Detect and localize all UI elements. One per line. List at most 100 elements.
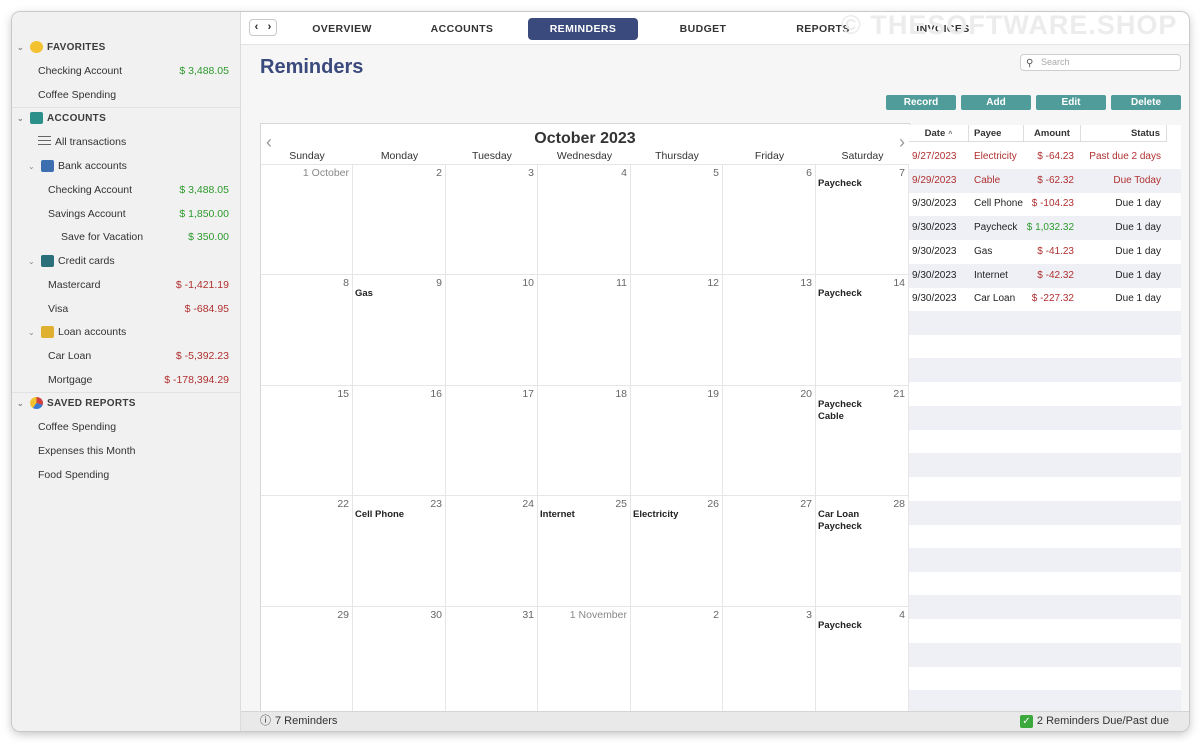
calendar-event[interactable]: Cell Phone: [355, 509, 404, 520]
loan-accounts-group[interactable]: ⌄ Loan accounts: [28, 322, 241, 342]
calendar-day[interactable]: 27: [723, 495, 816, 606]
calendar-day[interactable]: 21 Paycheck Cable: [816, 384, 909, 496]
column-header-payee[interactable]: Payee: [969, 125, 1024, 142]
calendar-event[interactable]: Cable: [818, 411, 844, 422]
disclosure-chevron-icon[interactable]: ⌄: [17, 399, 27, 408]
calendar-event[interactable]: Internet: [540, 509, 575, 520]
calendar-day[interactable]: 26 Electricity: [631, 495, 723, 606]
table-row[interactable]: 9/30/2023 Gas $ -41.23 Due 1 day: [909, 240, 1181, 264]
calendar-day[interactable]: 19: [631, 384, 723, 496]
calendar-day[interactable]: 9 Gas: [353, 274, 446, 385]
disclosure-chevron-icon[interactable]: ⌄: [28, 162, 38, 171]
calendar-day[interactable]: 24: [446, 495, 538, 606]
calendar-event[interactable]: Gas: [355, 288, 373, 299]
calendar-day[interactable]: 14 Paycheck: [816, 274, 909, 385]
calendar-day[interactable]: 3: [723, 605, 816, 716]
tab-budget[interactable]: BUDGET: [648, 18, 758, 40]
calendar-day[interactable]: 20: [723, 384, 816, 496]
sidebar-item-checking-account[interactable]: Checking Account $ 3,488.05: [48, 180, 241, 200]
column-header-date[interactable]: Date ^: [909, 125, 969, 142]
edit-button[interactable]: Edit: [1036, 95, 1106, 110]
calendar-day[interactable]: 13: [723, 274, 816, 385]
favorite-coffee-spending[interactable]: Coffee Spending: [38, 85, 241, 105]
reminder-payee: Cable: [974, 174, 1001, 186]
table-row[interactable]: 9/30/2023 Car Loan $ -227.32 Due 1 day: [909, 287, 1181, 311]
calendar-day[interactable]: 25 Internet: [538, 495, 631, 606]
sidebar-item-save-for-vacation[interactable]: Save for Vacation $ 350.00: [61, 227, 241, 247]
calendar-day[interactable]: 12: [631, 274, 723, 385]
disclosure-chevron-icon[interactable]: ⌄: [28, 328, 38, 337]
calendar-day[interactable]: 28 Car Loan Paycheck: [816, 495, 909, 606]
calendar-day[interactable]: 18: [538, 384, 631, 496]
favorites-header[interactable]: ⌄ FAVORITES: [17, 37, 241, 57]
calendar-day[interactable]: 17: [446, 384, 538, 496]
sidebar-item-mortgage[interactable]: Mortgage $ -178,394.29: [48, 370, 241, 390]
report-expenses-this-month[interactable]: Expenses this Month: [38, 441, 241, 461]
accounts-header[interactable]: ⌄ ACCOUNTS: [17, 108, 241, 128]
tab-accounts[interactable]: ACCOUNTS: [407, 18, 517, 40]
disclosure-chevron-icon[interactable]: ⌄: [17, 114, 27, 123]
calendar-event[interactable]: Paycheck: [818, 521, 862, 532]
column-header-status[interactable]: Status: [1081, 125, 1167, 142]
calendar-day[interactable]: 1 November: [538, 605, 631, 716]
table-row[interactable]: 9/27/2023 Electricity $ -64.23 Past due 2 d…: [909, 145, 1181, 169]
calendar-day[interactable]: 15: [261, 384, 353, 496]
day-number: 8: [343, 277, 349, 290]
calendar-day[interactable]: 31: [446, 605, 538, 716]
calendar-day[interactable]: 2: [353, 164, 446, 275]
calendar-day[interactable]: 11: [538, 274, 631, 385]
bank-accounts-group[interactable]: ⌄ Bank accounts: [28, 156, 241, 176]
calendar-day[interactable]: 30: [353, 605, 446, 716]
table-row[interactable]: 9/30/2023 Paycheck $ 1,032.32 Due 1 day: [909, 216, 1181, 241]
sidebar-item-mastercard[interactable]: Mastercard $ -1,421.19: [48, 275, 241, 295]
calendar-event[interactable]: Paycheck: [818, 288, 862, 299]
calendar-day[interactable]: 23 Cell Phone: [353, 495, 446, 606]
disclosure-chevron-icon[interactable]: ⌄: [28, 257, 38, 266]
disclosure-chevron-icon[interactable]: ⌄: [17, 43, 27, 52]
calendar-day[interactable]: 5: [631, 164, 723, 275]
saved-reports-header[interactable]: ⌄ SAVED REPORTS: [17, 393, 241, 413]
credit-cards-group[interactable]: ⌄ Credit cards: [28, 251, 241, 271]
report-coffee-spending[interactable]: Coffee Spending: [38, 417, 241, 437]
report-food-spending[interactable]: Food Spending: [38, 465, 241, 485]
sidebar-item-checking-account-label: Checking Account: [48, 184, 133, 196]
calendar-day[interactable]: 22: [261, 495, 353, 606]
sidebar-item-car-loan[interactable]: Car Loan $ -5,392.23: [48, 346, 241, 366]
calendar-day[interactable]: 10: [446, 274, 538, 385]
calendar-event[interactable]: Paycheck: [818, 620, 862, 631]
calendar-day[interactable]: 16: [353, 384, 446, 496]
favorite-checking-account[interactable]: Checking Account $ 3,488.05: [38, 61, 241, 81]
column-header-amount[interactable]: Amount: [1024, 125, 1081, 142]
calendar-day[interactable]: 4 Paycheck: [816, 605, 909, 716]
day-number: 25: [615, 498, 627, 511]
calendar-event[interactable]: Electricity: [633, 509, 678, 520]
table-row[interactable]: 9/29/2023 Cable $ -62.32 Due Today: [909, 168, 1181, 193]
app-window: ⌄ FAVORITES Checking Account $ 3,488.05 Coff…: [12, 12, 1189, 731]
calendar-event[interactable]: Paycheck: [818, 399, 862, 410]
table-row[interactable]: 9/30/2023 Cell Phone $ -104.23 Due 1 day: [909, 192, 1181, 216]
calendar-day[interactable]: 1 October: [261, 164, 353, 275]
table-row[interactable]: 9/30/2023 Internet $ -42.32 Due 1 day: [909, 263, 1181, 288]
forward-icon[interactable]: ›: [263, 20, 276, 35]
calendar-event[interactable]: Paycheck: [818, 178, 862, 189]
calendar-event[interactable]: Car Loan: [818, 509, 859, 520]
tab-reminders[interactable]: REMINDERS: [528, 18, 638, 40]
calendar-day[interactable]: 6: [723, 164, 816, 275]
record-button[interactable]: Record: [886, 95, 956, 110]
calendar-day[interactable]: 7 Paycheck: [816, 164, 909, 275]
back-icon[interactable]: ‹: [250, 20, 263, 35]
calendar-day[interactable]: 3: [446, 164, 538, 275]
search-input[interactable]: ⚲ Search: [1020, 54, 1181, 71]
calendar-day[interactable]: 29: [261, 605, 353, 716]
calendar-day[interactable]: 2: [631, 605, 723, 716]
calendar-day[interactable]: 8: [261, 274, 353, 385]
sidebar-item-savings-account[interactable]: Savings Account $ 1,850.00: [48, 204, 241, 224]
star-icon: [30, 41, 43, 53]
sidebar-item-visa[interactable]: Visa $ -684.95: [48, 299, 241, 319]
tab-overview[interactable]: OVERVIEW: [287, 18, 397, 40]
calendar-day[interactable]: 4: [538, 164, 631, 275]
sidebar-item-savings-account-label: Savings Account: [48, 208, 126, 220]
delete-button[interactable]: Delete: [1111, 95, 1181, 110]
add-button[interactable]: Add: [961, 95, 1031, 110]
all-transactions[interactable]: All transactions: [38, 132, 241, 152]
